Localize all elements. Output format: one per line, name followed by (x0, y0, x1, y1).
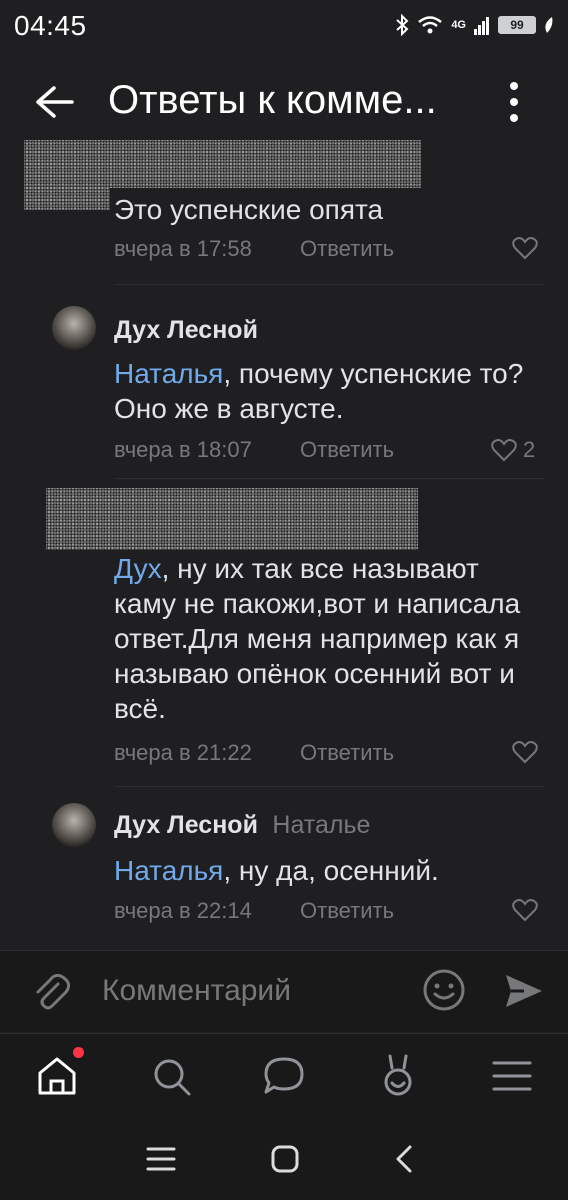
clips-icon[interactable] (380, 1052, 416, 1098)
reply-to[interactable]: Наталье (272, 811, 370, 839)
comment-body: , ну да, осенний. (223, 855, 439, 886)
heart-icon (512, 237, 538, 260)
comment-time: вчера в 22:14 (114, 898, 252, 923)
bluetooth-icon (396, 14, 409, 36)
comment-time: вчера в 17:58 (114, 236, 252, 261)
mention-link[interactable]: Дух (114, 553, 162, 584)
messages-icon[interactable] (262, 1056, 306, 1096)
notification-badge (73, 1047, 84, 1058)
battery-indicator: 99 (498, 16, 536, 34)
wifi-icon (418, 16, 443, 34)
heart-icon (512, 899, 538, 922)
comment-divider (114, 478, 544, 479)
mention-link[interactable]: Наталья (114, 358, 223, 389)
avatar[interactable] (52, 306, 96, 350)
page-title: Ответы к комме... (108, 78, 437, 122)
home-icon[interactable] (36, 1055, 78, 1097)
heart-icon (491, 439, 517, 462)
redacted-avatar (24, 188, 110, 210)
reply-button[interactable]: Ответить (300, 236, 394, 262)
more-options-icon[interactable] (505, 82, 523, 122)
reply-button[interactable]: Ответить (300, 740, 394, 766)
attach-icon[interactable] (30, 970, 70, 1012)
mention-link[interactable]: Наталья (114, 855, 223, 886)
menu-icon[interactable] (492, 1060, 532, 1092)
reply-button[interactable]: Ответить (300, 898, 394, 924)
system-back-icon[interactable] (394, 1144, 414, 1174)
send-icon[interactable] (504, 972, 544, 1010)
back-arrow-icon[interactable] (34, 84, 74, 120)
comment-author[interactable]: Дух Лесной (114, 316, 258, 345)
leaf-icon (545, 17, 553, 33)
comment-text: Наталья, ну да, осенний. (114, 853, 534, 888)
reply-button[interactable]: Ответить (300, 437, 394, 463)
comment-time: вчера в 18:07 (114, 437, 252, 462)
avatar[interactable] (52, 803, 96, 847)
heart-icon (512, 741, 538, 764)
emoji-icon[interactable] (422, 968, 466, 1012)
home-button-icon[interactable] (270, 1144, 300, 1174)
redacted-author (46, 488, 418, 550)
comment-time: вчера в 21:22 (114, 740, 252, 765)
comment-header: Дух Лесной Наталье (114, 811, 370, 840)
comment-author[interactable]: Дух Лесной (114, 811, 258, 839)
signal-icon (474, 17, 489, 35)
comment-divider (114, 284, 544, 285)
comment-body: , ну их так все называют каму не пакожи,… (114, 553, 521, 724)
status-icons: 4G 99 (395, 14, 554, 36)
redacted-author (24, 140, 421, 188)
search-icon[interactable] (152, 1057, 192, 1097)
status-time: 04:45 (14, 10, 87, 41)
comment-divider (114, 786, 544, 787)
comment-input[interactable]: Комментарий (102, 974, 291, 1008)
comment-text: Это успенские опята (114, 194, 384, 225)
network-type: 4G (451, 19, 466, 31)
like-button[interactable] (512, 898, 538, 922)
like-button[interactable]: 2 (491, 437, 535, 463)
like-count: 2 (523, 437, 536, 462)
comment-text: Наталья, почему успенские то? Оно же в а… (114, 356, 524, 426)
comment-text: Дух, ну их так все называют каму не пако… (114, 551, 534, 726)
recent-apps-icon[interactable] (146, 1146, 176, 1172)
like-button[interactable] (512, 740, 538, 764)
like-button[interactable] (512, 236, 538, 260)
